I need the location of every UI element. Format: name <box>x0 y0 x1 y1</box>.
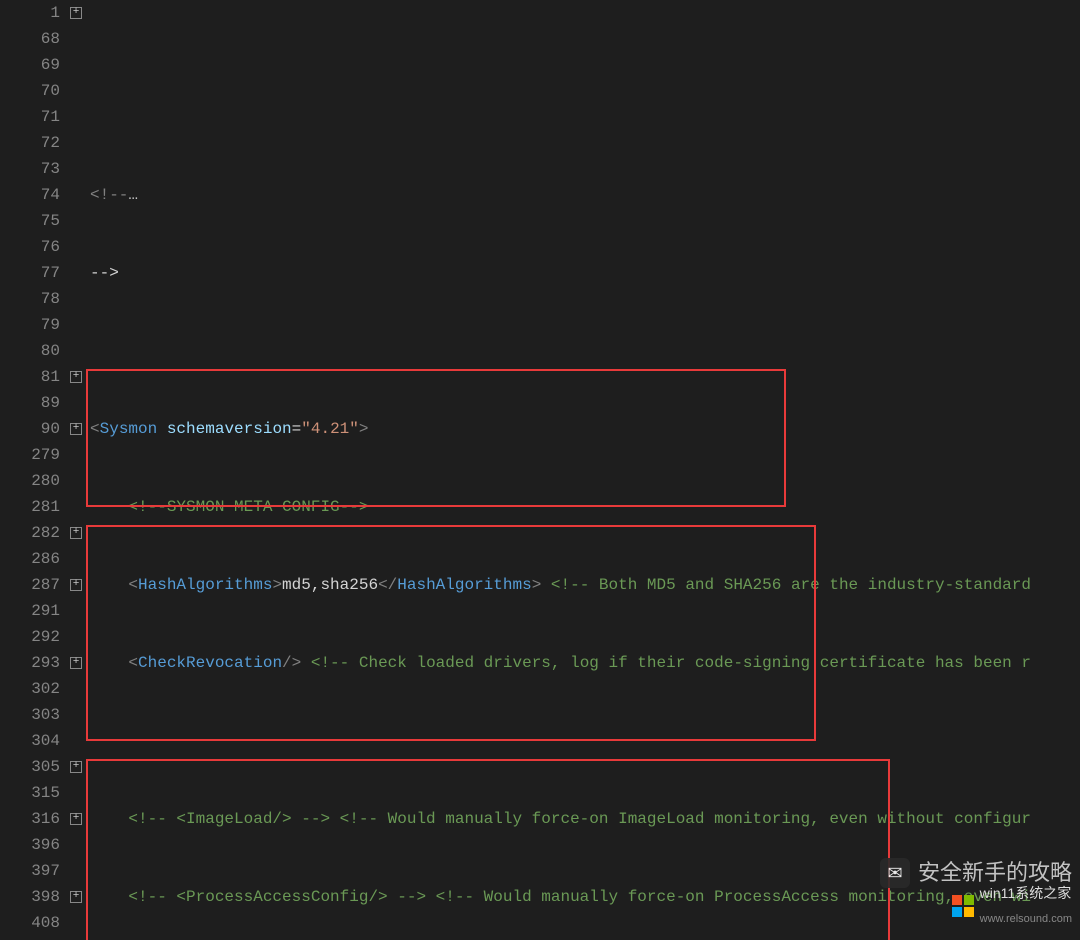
fold-cell <box>68 234 84 260</box>
fold-expand-icon[interactable]: + <box>70 761 82 773</box>
line-number: 78 <box>0 286 60 312</box>
line-number: 80 <box>0 338 60 364</box>
line-number: 81 <box>0 364 60 390</box>
line-number: 70 <box>0 78 60 104</box>
line-number: 72 <box>0 130 60 156</box>
fold-cell <box>68 130 84 156</box>
line-number: 75 <box>0 208 60 234</box>
line-number: 305 <box>0 754 60 780</box>
line-number: 293 <box>0 650 60 676</box>
fold-expand-icon[interactable]: + <box>70 527 82 539</box>
line-number: 89 <box>0 390 60 416</box>
corner-site-name: win11系统之家 <box>980 880 1072 906</box>
line-number: 73 <box>0 156 60 182</box>
fold-cell <box>68 676 84 702</box>
fold-cell[interactable]: + <box>68 806 84 832</box>
line-number: 316 <box>0 806 60 832</box>
line-number: 68 <box>0 26 60 52</box>
fold-cell <box>68 78 84 104</box>
fold-expand-icon[interactable]: + <box>70 579 82 591</box>
line-number: 69 <box>0 52 60 78</box>
line-number-gutter: 1686970717273747576777879808189902792802… <box>0 0 68 940</box>
fold-cell <box>68 494 84 520</box>
fold-cell[interactable]: + <box>68 754 84 780</box>
line-number: 281 <box>0 494 60 520</box>
line-number: 77 <box>0 260 60 286</box>
line-number: 280 <box>0 468 60 494</box>
fold-cell <box>68 546 84 572</box>
fold-column: + + + + + + + + + <box>68 0 84 940</box>
fold-expand-icon[interactable]: + <box>70 813 82 825</box>
line-number: 279 <box>0 442 60 468</box>
fold-cell <box>68 312 84 338</box>
fold-cell[interactable]: + <box>68 650 84 676</box>
fold-cell[interactable]: + <box>68 572 84 598</box>
fold-cell <box>68 832 84 858</box>
fold-cell[interactable]: + <box>68 416 84 442</box>
fold-cell[interactable]: + <box>68 520 84 546</box>
line-number: 408 <box>0 910 60 936</box>
line-number: 304 <box>0 728 60 754</box>
line-number: 303 <box>0 702 60 728</box>
fold-expand-icon[interactable]: + <box>70 7 82 19</box>
line-number: 79 <box>0 312 60 338</box>
code-editor: 1686970717273747576777879808189902792802… <box>0 0 1080 940</box>
line-number: 315 <box>0 780 60 806</box>
line-number: 292 <box>0 624 60 650</box>
fold-cell <box>68 468 84 494</box>
line-number: 287 <box>0 572 60 598</box>
corner-watermark: win11系统之家 www.relsound.com <box>952 880 1072 932</box>
corner-site-url: www.relsound.com <box>980 906 1072 932</box>
fold-cell <box>68 182 84 208</box>
fold-expand-icon[interactable]: + <box>70 423 82 435</box>
fold-cell <box>68 26 84 52</box>
highlight-box-3 <box>86 759 890 940</box>
fold-cell <box>68 910 84 936</box>
fold-expand-icon[interactable]: + <box>70 371 82 383</box>
line-number: 74 <box>0 182 60 208</box>
line-number: 396 <box>0 832 60 858</box>
fold-cell <box>68 156 84 182</box>
fold-cell <box>68 286 84 312</box>
fold-cell[interactable]: + <box>68 884 84 910</box>
line-number: 286 <box>0 546 60 572</box>
fold-cell <box>68 780 84 806</box>
highlight-box-2 <box>86 525 816 741</box>
line-number: 1 <box>0 0 60 26</box>
line-number: 90 <box>0 416 60 442</box>
fold-cell <box>68 598 84 624</box>
fold-cell <box>68 338 84 364</box>
fold-cell <box>68 260 84 286</box>
fold-cell <box>68 858 84 884</box>
fold-cell <box>68 442 84 468</box>
fold-cell <box>68 624 84 650</box>
fold-cell <box>68 208 84 234</box>
fold-cell[interactable]: + <box>68 0 84 26</box>
fold-cell[interactable]: + <box>68 364 84 390</box>
line-number: 76 <box>0 234 60 260</box>
fold-cell <box>68 728 84 754</box>
fold-cell <box>68 52 84 78</box>
wechat-icon: ✉ <box>880 858 910 888</box>
fold-expand-icon[interactable]: + <box>70 657 82 669</box>
fold-expand-icon[interactable]: + <box>70 891 82 903</box>
line-number: 302 <box>0 676 60 702</box>
line-number: 291 <box>0 598 60 624</box>
windows-logo-icon <box>952 895 974 917</box>
line-number: 398 <box>0 884 60 910</box>
line-number: 282 <box>0 520 60 546</box>
fold-cell <box>68 702 84 728</box>
fold-cell <box>68 104 84 130</box>
line-number: 397 <box>0 858 60 884</box>
code-content[interactable]: <!--… --> <Sysmon schemaversion="4.21"> … <box>84 0 1080 940</box>
line-number: 71 <box>0 104 60 130</box>
fold-cell <box>68 390 84 416</box>
